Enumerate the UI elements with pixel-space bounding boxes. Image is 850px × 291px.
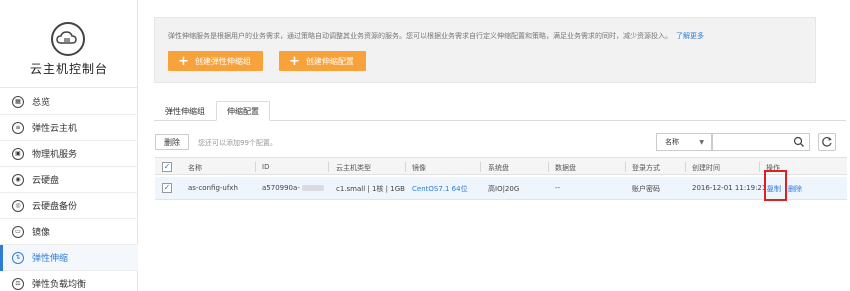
sidebar: 云主机控制台 ▦ 总览 ≡ 弹性云主机 ▣ 物理机服务 ◉ 云硬盘 ◎ 云硬盘备… <box>0 0 138 291</box>
table-row[interactable]: ✓ as-config-ufxh a570990a- c1.small | 1核… <box>155 177 847 200</box>
table-header: ✓ 名称 ID 云主机类型 镜像 系统盘 数据盘 登录方式 创建时间 操作 <box>155 157 847 175</box>
sidebar-item-label: 镜像 <box>32 228 51 238</box>
sidebar-item-autoscaling[interactable]: ⇅ 弹性伸缩 <box>0 245 138 271</box>
disk-icon: ◉ <box>12 173 24 186</box>
create-scaling-config-label: 创建伸缩配置 <box>305 56 354 66</box>
create-scaling-group-label: 创建弹性伸缩组 <box>194 56 251 66</box>
id-value: a570990a- <box>262 184 300 192</box>
header-name: 名称 <box>188 164 202 172</box>
header-system-disk: 系统盘 <box>488 164 509 172</box>
image-icon: ▭ <box>12 225 24 238</box>
column-divider <box>480 162 481 172</box>
refresh-button[interactable] <box>818 133 836 151</box>
plus-icon: + <box>178 53 189 69</box>
header-id: ID <box>262 163 270 171</box>
quota-hint: 您还可以添加99个配置。 <box>198 139 277 147</box>
sidebar-item-disk-backup[interactable]: ◎ 云硬盘备份 <box>0 193 138 219</box>
cloud-host-icon: ≡ <box>12 121 24 134</box>
column-divider <box>255 162 256 172</box>
column-divider <box>685 162 686 172</box>
search-icon[interactable] <box>793 136 805 148</box>
sidebar-item-overview[interactable]: ▦ 总览 <box>0 89 138 115</box>
cell-login-method: 账户密码 <box>632 185 660 193</box>
column-divider <box>328 162 329 172</box>
autoscaling-icon: ⇅ <box>12 251 24 264</box>
column-divider <box>625 162 626 172</box>
overview-icon: ▦ <box>12 95 24 108</box>
refresh-icon <box>822 137 832 147</box>
sidebar-item-disk[interactable]: ◉ 云硬盘 <box>0 167 138 193</box>
cell-name: as-config-ufxh <box>188 184 238 192</box>
search-input[interactable] <box>712 133 810 151</box>
filter-select[interactable]: 名称 ▼ <box>656 133 712 151</box>
cell-created-time: 2016-12-01 11:19:21... <box>692 184 774 192</box>
cloud-console-icon <box>51 22 85 56</box>
create-scaling-group-button[interactable]: + 创建弹性伸缩组 <box>168 51 263 71</box>
cell-system-disk: 高IO|20G <box>488 185 520 193</box>
tab-scaling-group[interactable]: 弹性伸缩组 <box>154 101 216 121</box>
sidebar-item-cloud-host[interactable]: ≡ 弹性云主机 <box>0 115 138 141</box>
column-divider <box>405 162 406 172</box>
cell-data-disk: -- <box>555 184 561 192</box>
sidebar-item-label: 物理机服务 <box>32 150 78 160</box>
sidebar-item-label: 云硬盘 <box>32 176 60 186</box>
filter-selected-value: 名称 <box>665 138 679 146</box>
sidebar-item-label: 弹性负载均衡 <box>32 280 87 290</box>
select-all-checkbox[interactable]: ✓ <box>162 162 172 172</box>
disk-backup-icon: ◎ <box>12 199 24 212</box>
load-balancer-icon: ⚖ <box>12 277 24 290</box>
delete-button[interactable]: 删除 <box>155 134 189 150</box>
header-login-method: 登录方式 <box>632 164 660 172</box>
sidebar-item-load-balancer[interactable]: ⚖ 弹性负载均衡 <box>0 271 138 291</box>
cell-instance-type: c1.small | 1核 | 1GB <box>336 185 405 193</box>
sidebar-item-image[interactable]: ▭ 镜像 <box>0 219 138 245</box>
sidebar-item-label: 弹性伸缩 <box>32 254 69 264</box>
plus-icon: + <box>289 53 300 69</box>
cell-id: a570990a- <box>262 184 324 192</box>
cell-image-link[interactable]: CentOS7.1 64位 <box>412 184 468 194</box>
sidebar-item-label: 总览 <box>32 98 51 108</box>
console-app: 云主机控制台 ▦ 总览 ≡ 弹性云主机 ▣ 物理机服务 ◉ 云硬盘 ◎ 云硬盘备… <box>0 0 850 291</box>
header-instance-type: 云主机类型 <box>336 164 371 172</box>
notice-message: 弹性伸缩服务是根据用户的业务需求，通过策略自动调整其业务资源的服务。您可以根据业… <box>168 32 672 40</box>
create-scaling-config-button[interactable]: + 创建伸缩配置 <box>279 51 366 71</box>
chevron-down-icon: ▼ <box>699 139 704 146</box>
header-data-disk: 数据盘 <box>555 164 576 172</box>
copy-highlight-box <box>764 170 787 201</box>
info-notice: 弹性伸缩服务是根据用户的业务需求，通过策略自动调整其业务资源的服务。您可以根据业… <box>154 17 816 83</box>
notice-text: 弹性伸缩服务是根据用户的业务需求，通过策略自动调整其业务资源的服务。您可以根据业… <box>168 31 704 41</box>
column-divider <box>548 162 549 172</box>
tab-scaling-config[interactable]: 伸缩配置 <box>216 101 270 121</box>
learn-more-link[interactable]: 了解更多 <box>676 32 704 40</box>
delete-link[interactable]: 删除 <box>788 184 802 194</box>
row-checkbox[interactable]: ✓ <box>162 183 172 193</box>
sidebar-item-label: 弹性云主机 <box>32 124 78 134</box>
header-image: 镜像 <box>412 164 426 172</box>
console-title: 云主机控制台 <box>29 62 108 76</box>
tab-bar: 弹性伸缩组 伸缩配置 <box>154 101 846 121</box>
sidebar-item-label: 云硬盘备份 <box>32 202 78 212</box>
header-created-time: 创建时间 <box>692 164 720 172</box>
console-logo-area: 云主机控制台 <box>0 0 137 88</box>
sidebar-item-physical-machine[interactable]: ▣ 物理机服务 <box>0 141 138 167</box>
redacted-id <box>301 185 324 191</box>
physical-machine-icon: ▣ <box>12 147 24 160</box>
column-divider <box>759 162 760 172</box>
